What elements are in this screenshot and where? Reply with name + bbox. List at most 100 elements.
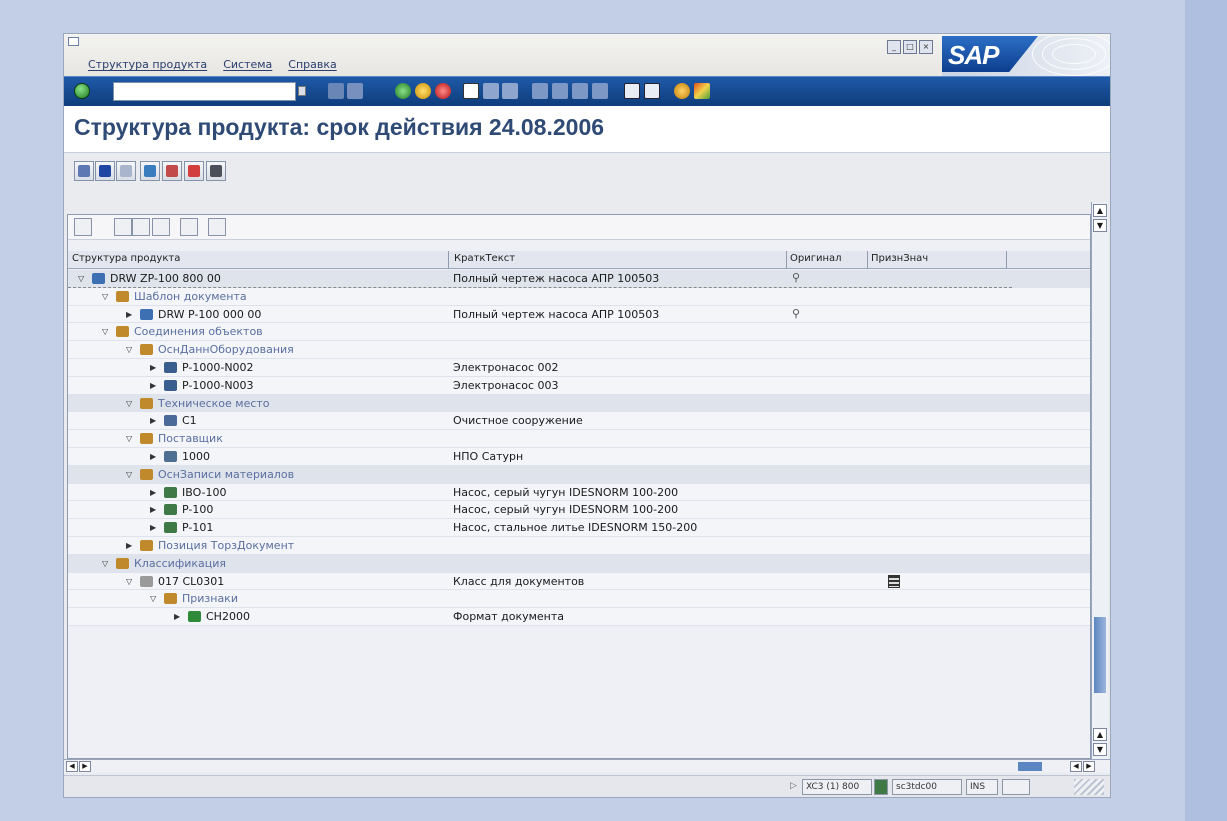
column-structure[interactable]: Структура продукта — [72, 253, 180, 264]
expand-node-icon[interactable]: ▶ — [126, 541, 132, 550]
export-button[interactable] — [152, 218, 170, 236]
collapse-node-icon[interactable]: ▽ — [150, 594, 156, 603]
collapse-node-icon[interactable]: ▽ — [126, 345, 132, 354]
tree-expand-button[interactable] — [114, 218, 132, 236]
command-field[interactable] — [113, 82, 296, 101]
tree-row[interactable]: ▶ 1000 НПО Сатурн — [68, 447, 1090, 466]
tree-node-description: Очистное сооружение — [453, 414, 583, 428]
layout-menu-icon[interactable] — [694, 83, 710, 99]
collapse-node-icon[interactable]: ▽ — [126, 399, 132, 408]
binoculars-icon — [210, 165, 222, 177]
export-dropdown-button[interactable] — [180, 218, 198, 236]
horizontal-scrollbar[interactable]: ◀ ▶ ◀ ▶ — [64, 759, 1110, 773]
material-icon — [164, 504, 177, 516]
scroll-left-icon[interactable]: ◀ — [1070, 761, 1082, 772]
expand-node-icon[interactable]: ▶ — [150, 452, 156, 461]
filter-button[interactable] — [74, 161, 94, 181]
expand-node-icon[interactable]: ▶ — [126, 310, 132, 319]
help-icon[interactable] — [674, 83, 690, 99]
status-expand-icon[interactable]: ▷ — [790, 781, 797, 791]
scroll-right-icon[interactable]: ▶ — [79, 761, 91, 772]
link-icon[interactable]: ⚲ — [792, 271, 800, 284]
scroll-up-icon[interactable]: ▲ — [1093, 728, 1107, 741]
cancel-icon[interactable] — [435, 83, 451, 99]
expand-node-icon[interactable]: ▶ — [150, 416, 156, 425]
tree-folder-row[interactable]: ▽ ОснДаннОборудования — [68, 341, 1090, 359]
enter-icon[interactable] — [74, 83, 90, 99]
scroll-left-icon[interactable]: ◀ — [66, 761, 78, 772]
resize-grip[interactable] — [1074, 779, 1104, 795]
shortcut-icon[interactable] — [644, 83, 660, 99]
tree-folder-row[interactable]: ▽ Шаблон документа — [68, 287, 1090, 306]
tree-row[interactable]: ▶ P-100 Насос, серый чугун IDESNORM 100-20… — [68, 501, 1090, 520]
settings-button[interactable] — [184, 161, 204, 181]
list-button[interactable] — [116, 161, 136, 181]
collapse-node-icon[interactable]: ▽ — [102, 559, 108, 568]
expand-node-icon[interactable]: ▶ — [150, 363, 156, 372]
tree-row[interactable]: ▶ C1 Очистное сооружение — [68, 412, 1090, 431]
tree-row[interactable]: ▶ P-101 Насос, стальное литье IDESNORM 150… — [68, 519, 1090, 537]
film-icon[interactable] — [888, 574, 900, 588]
tree-row[interactable]: ▶ IBO-100 Насос, серый чугун IDESNORM 100-… — [68, 483, 1090, 502]
system-info[interactable]: XC3 (1) 800 — [802, 779, 872, 795]
collapse-node-icon[interactable]: ▽ — [126, 434, 132, 443]
scroll-right-icon[interactable]: ▶ — [1083, 761, 1095, 772]
tree-folder-row[interactable]: ▶ Позиция ТорзДокумент — [68, 536, 1090, 555]
expand-node-icon[interactable]: ▶ — [174, 612, 180, 621]
insert-mode[interactable]: INS — [966, 779, 998, 795]
object-links-button[interactable] — [162, 161, 182, 181]
tree-collapse-button[interactable] — [132, 218, 150, 236]
collapse-node-icon[interactable]: ▽ — [126, 470, 132, 479]
system-info-dropdown[interactable] — [874, 779, 888, 795]
menu-item-system[interactable]: Система — [223, 58, 272, 71]
tree-row[interactable]: ▶ CH2000 Формат документа — [68, 608, 1090, 626]
print-tree-button[interactable] — [208, 218, 226, 236]
window-menu-icon[interactable] — [68, 37, 79, 46]
tree-folder-row[interactable]: ▽ Признаки — [68, 590, 1090, 609]
collapse-node-icon[interactable]: ▽ — [102, 327, 108, 336]
create-session-icon[interactable] — [624, 83, 640, 99]
tree-folder-row[interactable]: ▽ Поставщик — [68, 430, 1090, 448]
tree-folder-row[interactable]: ▽ Техническое место — [68, 394, 1090, 413]
vertical-scrollbar[interactable]: ▲ ▼ ▲ ▼ — [1091, 202, 1108, 759]
print-icon[interactable] — [463, 83, 479, 99]
link-icon[interactable]: ⚲ — [792, 307, 800, 320]
command-history-dropdown[interactable] — [298, 86, 306, 96]
tree-folder-row[interactable]: ▽ ОснЗаписи материалов — [68, 465, 1090, 484]
collapse-node-icon[interactable]: ▽ — [102, 292, 108, 301]
expand-node-icon[interactable]: ▶ — [150, 505, 156, 514]
tree-row[interactable]: ▶ P-1000-N003 Электронасос 003 — [68, 376, 1090, 395]
hscroll-thumb[interactable] — [1018, 762, 1042, 771]
minimize-icon[interactable]: _ — [887, 40, 901, 54]
close-icon[interactable]: × — [919, 40, 933, 54]
characteristic-icon — [188, 611, 201, 623]
scroll-down-icon[interactable]: ▼ — [1093, 743, 1107, 756]
exit-icon[interactable] — [415, 83, 431, 99]
scroll-thumb[interactable] — [1094, 617, 1106, 693]
tree-folder-row[interactable]: ▽ Соединения объектов — [68, 323, 1090, 342]
scroll-down-icon[interactable]: ▼ — [1093, 219, 1107, 232]
column-short-text[interactable]: КраткТекст — [454, 253, 515, 264]
back-icon[interactable] — [395, 83, 411, 99]
tree-row[interactable]: ▶ P-1000-N002 Электронасос 002 — [68, 358, 1090, 377]
collapse-node-icon[interactable]: ▽ — [78, 274, 84, 283]
tree-folder-row[interactable]: ▽ Классификация — [68, 554, 1090, 573]
menu-item-help[interactable]: Справка — [288, 58, 336, 71]
menu-item-product-structure[interactable]: Структура продукта — [88, 58, 207, 71]
expand-node-icon[interactable]: ▶ — [150, 381, 156, 390]
display-button[interactable] — [95, 161, 115, 181]
tree-row[interactable]: ▽ DRW ZP-100 800 00 Полный чертеж насоса А… — [68, 270, 1090, 288]
folder-link-icon — [116, 290, 129, 302]
tree-row[interactable]: ▽ 017 CL0301 Класс для документов — [68, 572, 1090, 591]
tree-row[interactable]: ▶ DRW P-100 000 00 Полный чертеж насоса АП… — [68, 305, 1090, 324]
maximize-icon[interactable]: □ — [903, 40, 917, 54]
expand-node-icon[interactable]: ▶ — [150, 523, 156, 532]
binoculars-button[interactable] — [206, 161, 226, 181]
refresh-button[interactable] — [140, 161, 160, 181]
scroll-up-icon[interactable]: ▲ — [1093, 204, 1107, 217]
column-original[interactable]: Оригинал — [790, 253, 842, 264]
find-button[interactable] — [74, 218, 92, 236]
column-value-flag[interactable]: ПризнЗнач — [871, 253, 928, 264]
collapse-node-icon[interactable]: ▽ — [126, 577, 132, 586]
expand-node-icon[interactable]: ▶ — [150, 488, 156, 497]
